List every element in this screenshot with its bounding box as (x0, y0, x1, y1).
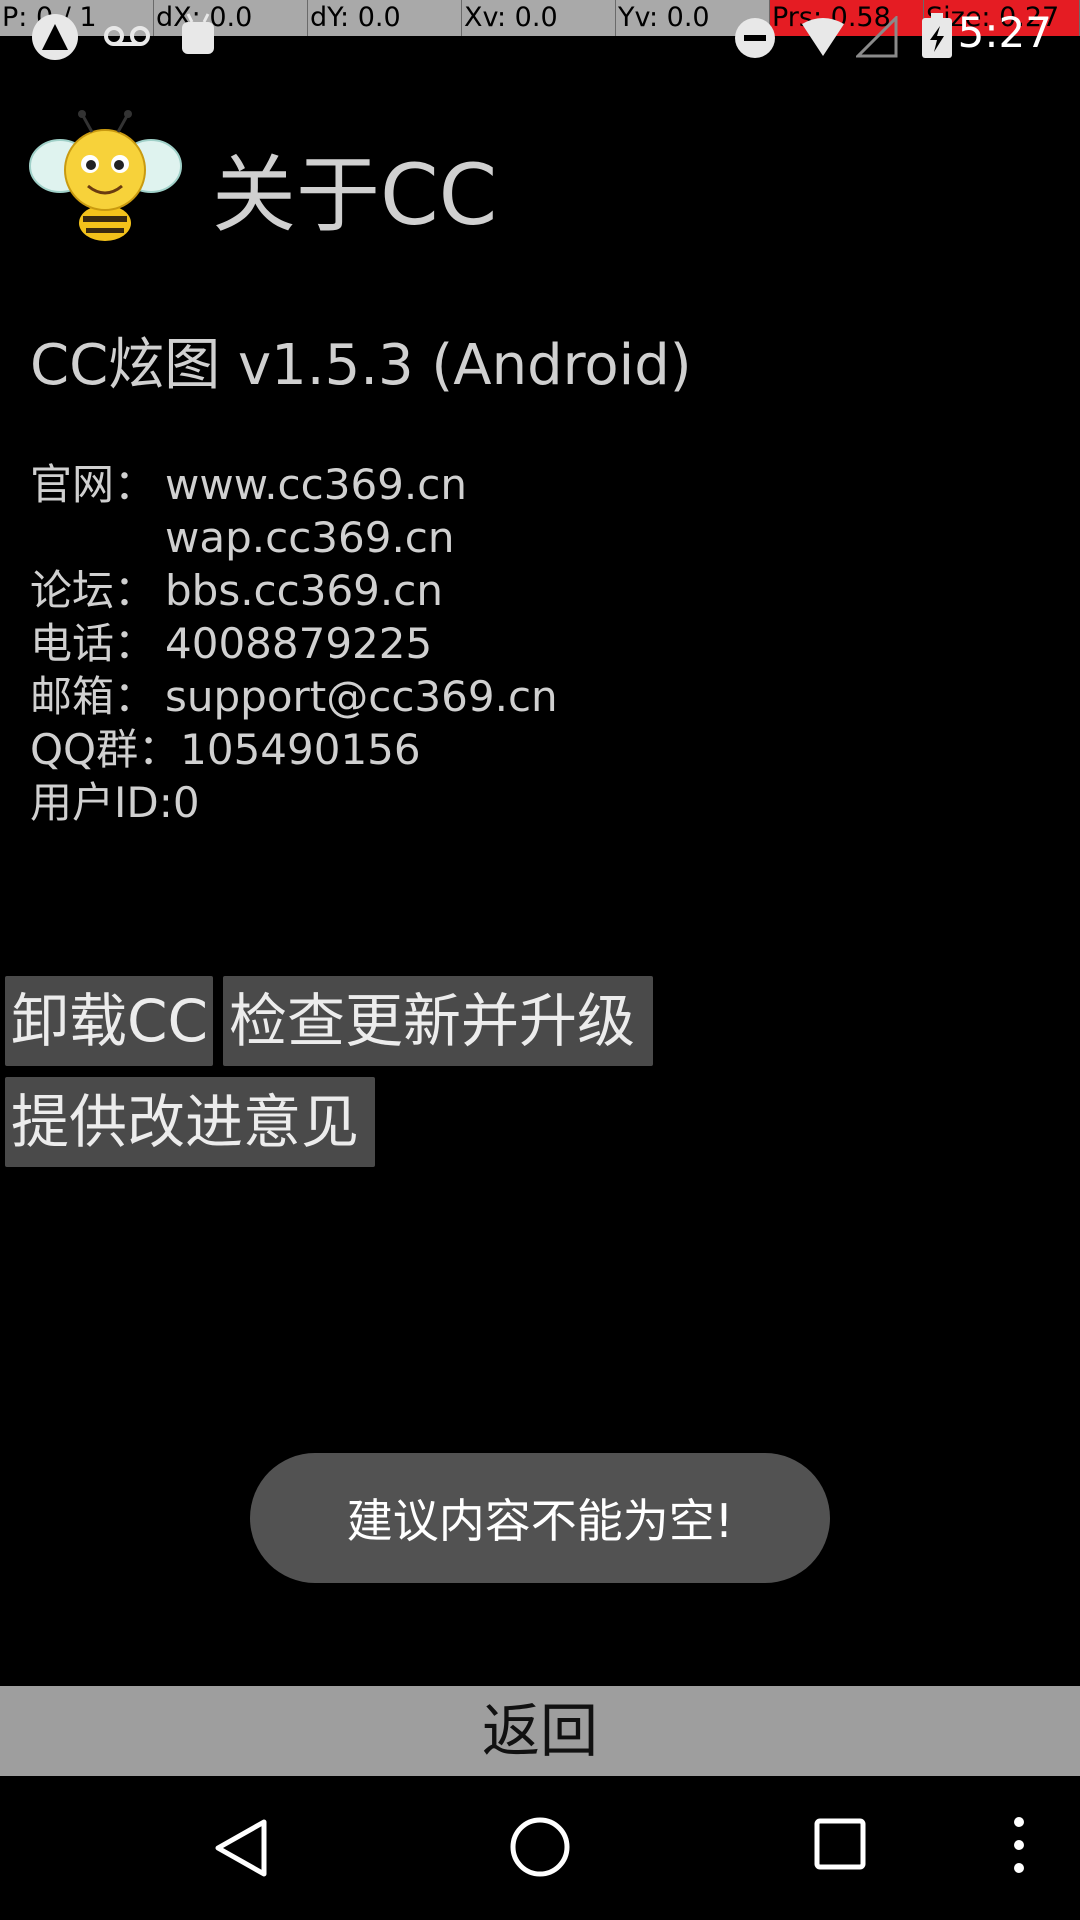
cell-signal-icon (856, 16, 898, 58)
more-vert-icon[interactable] (1008, 1814, 1030, 1876)
back-triangle-icon[interactable] (212, 1816, 270, 1880)
wifi-icon (802, 18, 844, 56)
feedback-button[interactable]: 提供改进意见 (5, 1077, 375, 1167)
toast-message: 建议内容不能为空! (250, 1453, 830, 1583)
qq-label: QQ群： (30, 725, 181, 774)
check-update-button[interactable]: 检查更新并升级 (223, 976, 653, 1066)
home-circle-icon[interactable] (509, 1816, 571, 1878)
navigation-bar (0, 1776, 1080, 1920)
do-not-disturb-icon (735, 18, 775, 58)
contact-info: 官网： www.cc369.cn wap.cc369.cn 论坛： bbs.cc… (30, 458, 558, 829)
qq-row: QQ群： 105490156 (30, 723, 558, 776)
website-row: 官网： www.cc369.cn (30, 458, 558, 511)
phone-label: 电话： (30, 619, 157, 668)
app-notification-icon (32, 14, 78, 60)
voicemail-icon (104, 26, 150, 46)
phone-number[interactable]: 4008879225 (165, 617, 432, 670)
forum-link[interactable]: bbs.cc369.cn (165, 564, 443, 617)
forum-label: 论坛： (30, 566, 157, 615)
email-row: 邮箱： support@cc369.cn (30, 670, 558, 723)
recents-square-icon[interactable] (814, 1818, 866, 1870)
website-label: 官网： (30, 460, 157, 509)
back-button[interactable]: 返回 (0, 1686, 1080, 1776)
email-link[interactable]: support@cc369.cn (165, 670, 558, 723)
battery-charging-icon (922, 13, 952, 58)
uninstall-button[interactable]: 卸载CC (5, 976, 213, 1066)
app-version: CC炫图 v1.5.3 (Android) (30, 333, 692, 398)
page-title: 关于CC (212, 146, 498, 244)
website-link-wap[interactable]: wap.cc369.cn (165, 511, 455, 564)
android-icon (182, 13, 214, 54)
user-id-row: 用户ID:0 (30, 776, 558, 829)
phone-row: 电话： 4008879225 (30, 617, 558, 670)
status-bar: 5:27 (0, 0, 1080, 75)
bee-logo-icon (29, 110, 182, 241)
qq-group-number: 105490156 (180, 725, 421, 774)
status-clock: 5:27 (957, 8, 1052, 57)
user-id: 用户ID:0 (30, 778, 200, 827)
website-link-www[interactable]: www.cc369.cn (165, 458, 467, 511)
website-row-2: wap.cc369.cn (30, 511, 558, 564)
email-label: 邮箱： (30, 672, 157, 721)
forum-row: 论坛： bbs.cc369.cn (30, 564, 558, 617)
